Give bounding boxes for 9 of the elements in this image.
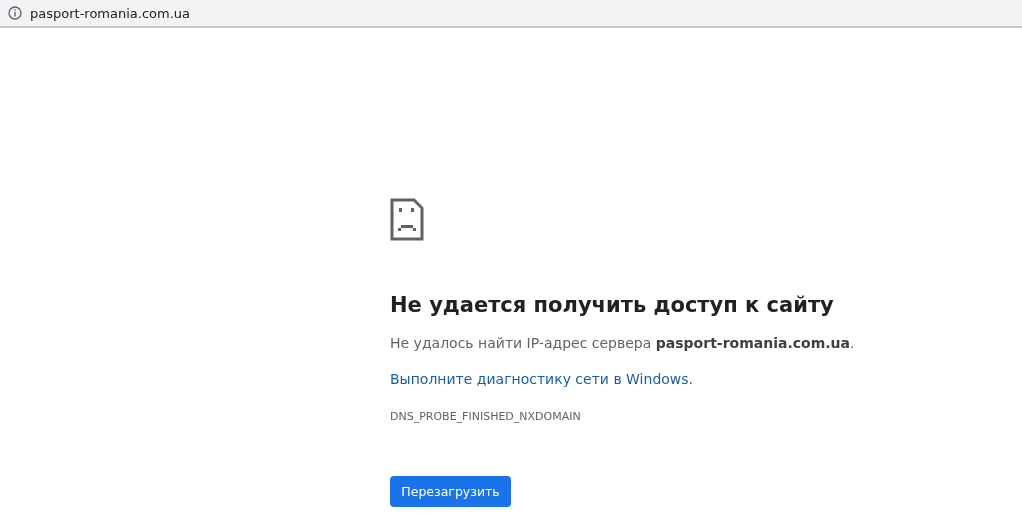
address-bar[interactable]: pasport-romania.com.ua bbox=[0, 0, 1022, 28]
reload-button[interactable]: Перезагрузить bbox=[390, 476, 511, 507]
error-code: DNS_PROBE_FINISHED_NXDOMAIN bbox=[390, 410, 582, 423]
error-title: Не удается получить доступ к сайту bbox=[390, 293, 835, 317]
diagnostics-link[interactable]: Выполните диагностику сети в Windows. bbox=[390, 371, 694, 387]
info-icon[interactable] bbox=[8, 6, 22, 20]
sad-page-icon bbox=[390, 198, 424, 241]
url-text: pasport-romania.com.ua bbox=[30, 5, 191, 21]
error-message: Не удалось найти IP-адрес сервера pasport-romania.com.ua. bbox=[390, 335, 856, 351]
